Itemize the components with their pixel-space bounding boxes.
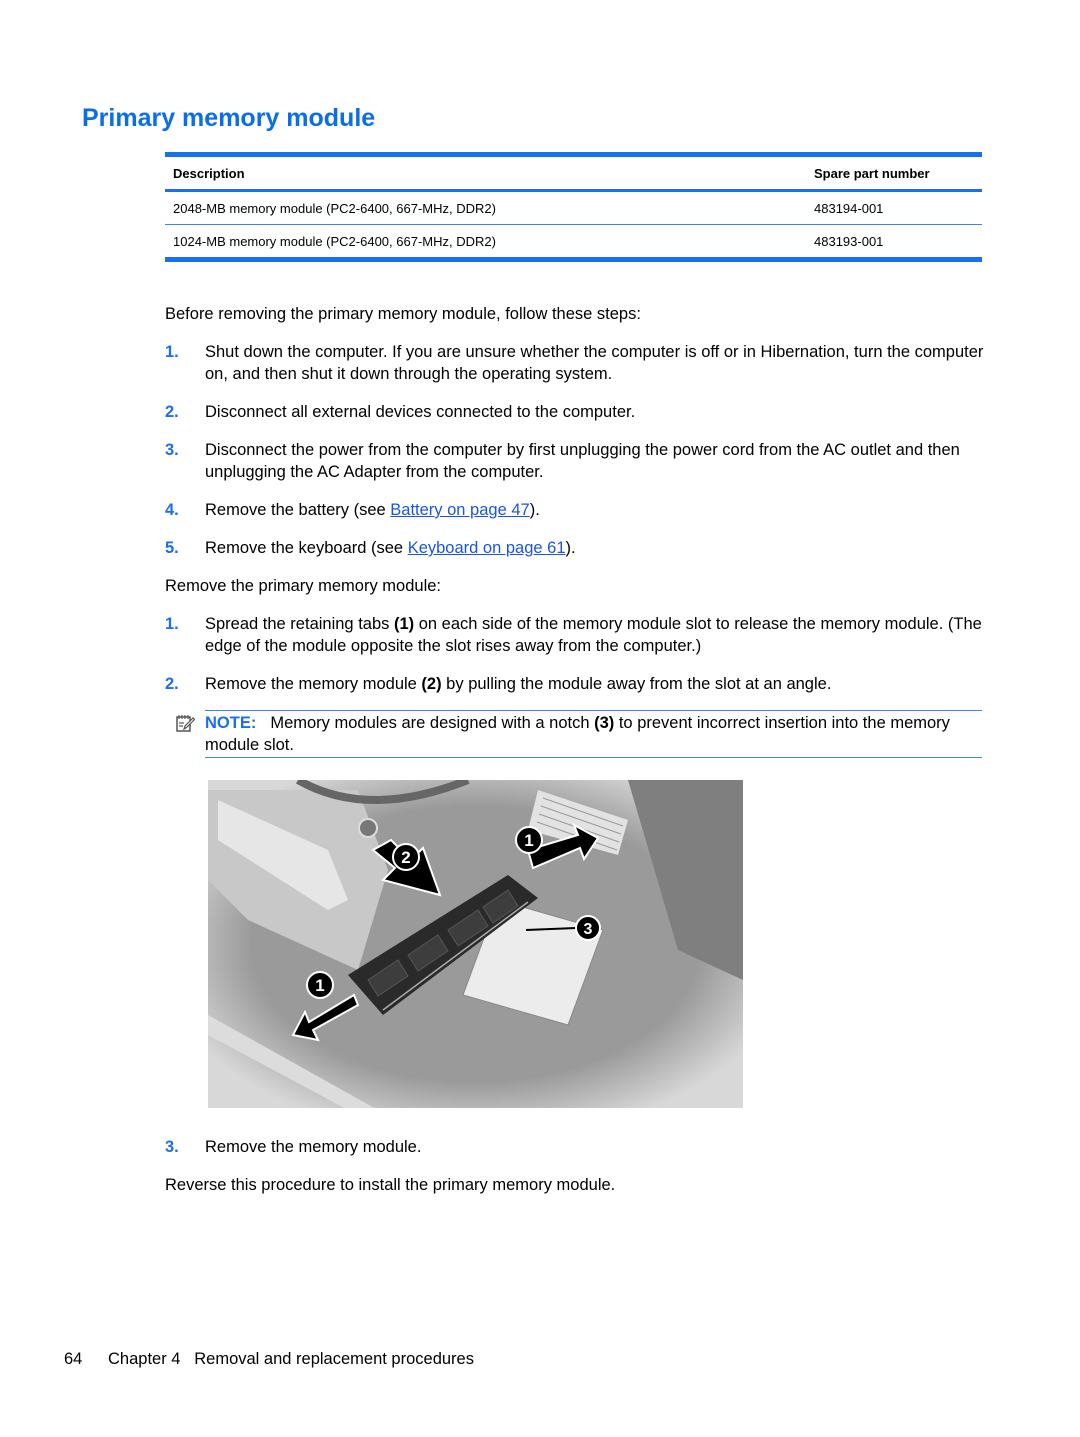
step-text-pre: Spread the retaining tabs: [205, 615, 394, 633]
step-text: Remove the keyboard (see Keyboard on pag…: [205, 537, 985, 559]
remove-intro-text: Remove the primary memory module:: [165, 577, 442, 595]
callout-1-top: 1: [515, 826, 543, 854]
callout-2: 2: [392, 843, 420, 871]
note-text-pre: Memory modules are designed with a notch: [270, 714, 595, 732]
step-text-post: ).: [529, 501, 540, 519]
step-text: Remove the battery (see Battery on page …: [205, 499, 985, 521]
svg-text:3: 3: [584, 921, 593, 938]
chapter-label: Chapter 4: [108, 1350, 181, 1368]
callout-3: 3: [575, 915, 601, 941]
table-row: 2048-MB memory module (PC2-6400, 667-MHz…: [165, 191, 982, 225]
svg-text:1: 1: [524, 831, 533, 850]
step-number: 5.: [165, 539, 179, 557]
step-number: 4.: [165, 501, 179, 519]
callout-ref: (2): [421, 675, 442, 693]
callout-ref: (3): [594, 714, 615, 732]
intro-text: Before removing the primary memory modul…: [165, 305, 641, 323]
spare-parts-table: Description Spare part number 2048-MB me…: [165, 152, 982, 262]
step-number: 3.: [165, 441, 179, 459]
step-number: 1.: [165, 343, 179, 361]
step-text-post: ).: [565, 539, 576, 557]
step-number: 2.: [165, 403, 179, 421]
step-number: 1.: [165, 615, 179, 633]
step-text: Spread the retaining tabs (1) on each si…: [205, 613, 985, 657]
step-text-pre: Remove the battery (see: [205, 501, 391, 519]
svg-text:2: 2: [401, 848, 410, 867]
cell-description: 1024-MB memory module (PC2-6400, 667-MHz…: [173, 233, 496, 249]
battery-link[interactable]: Battery on page 47: [390, 501, 529, 519]
page-footer: 64 Chapter 4 Removal and replacement proc…: [64, 1350, 474, 1369]
page-title: Primary memory module: [82, 104, 376, 132]
cell-description: 2048-MB memory module (PC2-6400, 667-MHz…: [173, 200, 496, 216]
step-text-post: by pulling the module away from the slot…: [441, 675, 832, 693]
callout-1-bottom: 1: [306, 971, 334, 999]
step-text-pre: Remove the keyboard (see: [205, 539, 408, 557]
table-header-row: Description Spare part number: [165, 154, 982, 191]
table-row: 1024-MB memory module (PC2-6400, 667-MHz…: [165, 225, 982, 260]
step-number: 2.: [165, 675, 179, 693]
cell-part-number: 483194-001: [814, 200, 884, 216]
step-text: Shut down the computer. If you are unsur…: [205, 343, 984, 383]
step-text: Disconnect all external devices connecte…: [205, 403, 636, 421]
callout-ref: (1): [393, 615, 415, 633]
screw-shape: [358, 818, 378, 838]
keyboard-link[interactable]: Keyboard on page 61: [408, 539, 566, 557]
note-label: NOTE:: [205, 714, 257, 732]
step-text: Remove the memory module.: [205, 1138, 422, 1156]
closing-text: Reverse this procedure to install the pr…: [165, 1176, 616, 1194]
step-text-pre: Remove the memory module: [205, 675, 422, 693]
step-number: 3.: [165, 1138, 179, 1156]
page-number: 64: [64, 1350, 83, 1368]
svg-text:1: 1: [315, 976, 324, 995]
memory-module-illustration: 1 2 1 3: [208, 780, 743, 1108]
step-text: Remove the memory module (2) by pulling …: [205, 673, 985, 695]
note-pencil-icon: [176, 715, 195, 732]
column-header-spare-part: Spare part number: [814, 165, 930, 181]
cell-part-number: 483193-001: [814, 233, 884, 249]
column-header-description: Description: [173, 165, 245, 181]
chapter-title: Removal and replacement procedures: [194, 1350, 474, 1368]
note-box: NOTE: Memory modules are designed with a …: [176, 710, 982, 758]
step-text: Disconnect the power from the computer b…: [205, 441, 960, 481]
